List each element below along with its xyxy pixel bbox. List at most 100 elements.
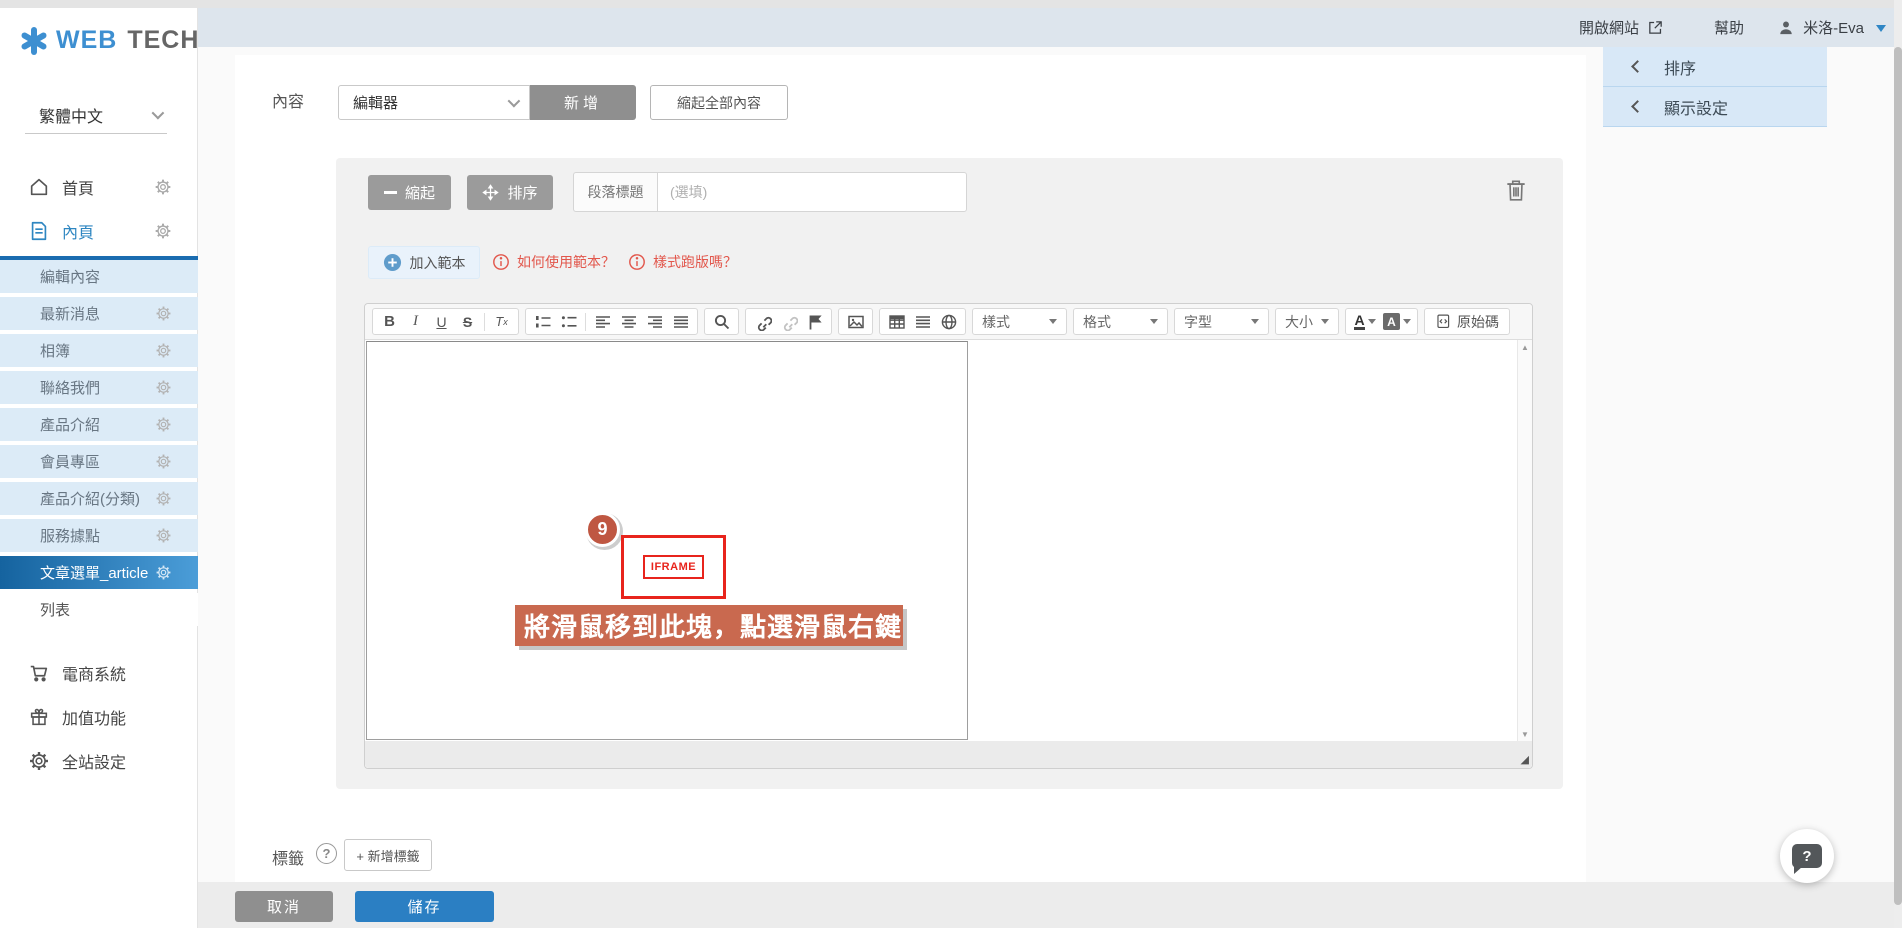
page-scrollbar-thumb[interactable] xyxy=(1894,47,1902,905)
panel-item-sort[interactable]: 排序 xyxy=(1603,47,1827,87)
source-code-button[interactable]: 原始碼 xyxy=(1429,310,1505,333)
toolbar-group-source: 原始碼 xyxy=(1424,308,1510,335)
help-menu-button[interactable]: 幫助 xyxy=(1714,8,1744,47)
page-icon xyxy=(28,220,50,242)
toolbar-group-colors: A A xyxy=(1345,308,1418,335)
caret-down-icon xyxy=(1251,319,1259,324)
background-color-button[interactable]: A xyxy=(1381,310,1413,333)
trash-icon[interactable] xyxy=(1503,176,1529,204)
link-button[interactable] xyxy=(750,310,775,333)
sidebar-item-label: 電商系統 xyxy=(62,661,126,685)
gear-icon[interactable] xyxy=(155,342,172,359)
editor-scrollbar[interactable]: ▲ ▼ xyxy=(1517,340,1532,742)
bulleted-list-button[interactable] xyxy=(556,310,581,333)
align-justify-button[interactable] xyxy=(668,310,693,333)
numbered-list-button[interactable] xyxy=(530,310,555,333)
strikethrough-button[interactable]: S xyxy=(455,310,480,333)
insert-image-button[interactable] xyxy=(843,310,868,333)
subitem-label: 產品介紹 xyxy=(40,414,100,435)
gear-icon[interactable] xyxy=(155,527,172,544)
sidebar-item-home[interactable]: 首頁 xyxy=(0,170,198,204)
sidebar-item-site-settings[interactable]: 全站設定 xyxy=(0,744,198,778)
gear-icon[interactable] xyxy=(155,416,172,433)
brand-logo: WEBTECH xyxy=(20,26,199,55)
underline-button[interactable]: U xyxy=(429,310,454,333)
style-dropdown[interactable]: 樣式 xyxy=(972,308,1067,335)
page-scrollbar[interactable] xyxy=(1894,0,1902,928)
italic-button[interactable]: I xyxy=(403,310,428,333)
move-icon xyxy=(482,184,499,201)
anchor-flag-button[interactable] xyxy=(802,310,827,333)
user-caret-down-icon[interactable] xyxy=(1876,25,1886,32)
remove-format-button[interactable]: Tx xyxy=(489,310,514,333)
search-icon[interactable] xyxy=(709,310,734,333)
sidebar-subitem-album[interactable]: 相簿 xyxy=(0,334,198,367)
paragraph-title-input[interactable] xyxy=(657,172,967,212)
collapse-label: 縮起 xyxy=(405,182,435,203)
content-section-block: 縮起 排序 段落標題 加入範本 如何使用範本？ 樣式跑版嗎？ B I xyxy=(336,158,1563,789)
content-type-select[interactable]: 編輯器 xyxy=(338,85,530,120)
right-settings-panel: 排序 顯示設定 xyxy=(1603,47,1827,127)
gear-icon[interactable] xyxy=(155,453,172,470)
sidebar-subitem-article-menu[interactable]: 文章選單_article xyxy=(0,556,198,589)
sidebar-subitem-products-category[interactable]: 產品介紹(分類) xyxy=(0,482,198,515)
add-content-button[interactable]: 新增 xyxy=(530,85,636,120)
text-color-button[interactable]: A xyxy=(1350,310,1380,333)
sidebar-subitem-list[interactable]: 列表 xyxy=(0,593,198,626)
align-left-button[interactable] xyxy=(590,310,615,333)
font-dropdown[interactable]: 字型 xyxy=(1174,308,1269,335)
gear-icon[interactable] xyxy=(155,564,172,581)
how-to-use-template-link[interactable]: 如何使用範本？ xyxy=(492,252,615,272)
add-tag-button[interactable]: + 新增標籤 xyxy=(344,839,432,871)
user-menu[interactable]: 米洛-Eva xyxy=(1777,8,1864,47)
sidebar-item-ecommerce[interactable]: 電商系統 xyxy=(0,656,198,690)
format-dropdown[interactable]: 格式 xyxy=(1073,308,1168,335)
panel-item-display-settings[interactable]: 顯示設定 xyxy=(1603,87,1827,127)
sidebar-subitem-news[interactable]: 最新消息 xyxy=(0,297,198,330)
sidebar-subitem-service-locations[interactable]: 服務據點 xyxy=(0,519,198,552)
horizontal-rule-button[interactable] xyxy=(910,310,935,333)
toolbar-group-links xyxy=(745,308,832,335)
style-issue-link[interactable]: 樣式跑版嗎？ xyxy=(628,252,737,272)
unlink-button[interactable] xyxy=(776,310,801,333)
gear-icon[interactable] xyxy=(155,379,172,396)
window-top-strip xyxy=(0,0,1902,8)
gear-icon[interactable] xyxy=(154,178,172,196)
gear-icon[interactable] xyxy=(154,222,172,240)
collapse-section-button[interactable]: 縮起 xyxy=(368,175,451,210)
sidebar-item-label: 首頁 xyxy=(62,175,94,199)
sidebar-item-addons[interactable]: 加值功能 xyxy=(0,700,198,734)
sidebar-item-inner-pages[interactable]: 內頁 xyxy=(0,214,198,248)
language-selector[interactable]: 繁體中文 xyxy=(25,96,167,134)
question-circle-icon[interactable]: ? xyxy=(316,843,337,864)
editor-content-area[interactable]: 9 IFRAME 將滑鼠移到此塊，點選滑鼠右鍵 ▲ ▼ xyxy=(365,340,1532,742)
collapse-all-button[interactable]: 縮起全部內容 xyxy=(650,85,788,120)
sort-section-button[interactable]: 排序 xyxy=(467,175,553,210)
editor-page-frame: 9 IFRAME 將滑鼠移到此塊，點選滑鼠右鍵 xyxy=(366,341,968,740)
resize-grip-icon[interactable]: ◢ xyxy=(1521,753,1529,766)
scroll-up-icon[interactable]: ▲ xyxy=(1518,343,1532,352)
sidebar-subitem-contact[interactable]: 聯絡我們 xyxy=(0,371,198,404)
align-center-button[interactable] xyxy=(616,310,641,333)
add-template-button[interactable]: 加入範本 xyxy=(368,246,480,279)
insert-table-button[interactable] xyxy=(884,310,909,333)
special-char-globe-button[interactable] xyxy=(936,310,961,333)
save-button[interactable]: 儲存 xyxy=(355,891,494,922)
style-dropdown-label: 樣式 xyxy=(982,312,1010,332)
sidebar-subitem-edit-content[interactable]: 編輯內容 xyxy=(0,260,198,293)
sidebar-subitem-products[interactable]: 產品介紹 xyxy=(0,408,198,441)
open-website-button[interactable]: 開啟網站 xyxy=(1579,8,1664,47)
align-right-button[interactable] xyxy=(642,310,667,333)
gear-icon[interactable] xyxy=(155,490,172,507)
subitem-label: 列表 xyxy=(40,599,70,620)
bold-button[interactable]: B xyxy=(377,310,402,333)
scroll-down-icon[interactable]: ▼ xyxy=(1518,730,1532,739)
sidebar-subitem-members[interactable]: 會員專區 xyxy=(0,445,198,478)
user-icon xyxy=(1777,19,1795,37)
gear-icon[interactable] xyxy=(155,305,172,322)
caret-down-icon xyxy=(1321,319,1329,324)
size-dropdown[interactable]: 大小 xyxy=(1275,308,1339,335)
cancel-button[interactable]: 取消 xyxy=(235,891,333,922)
format-dropdown-label: 格式 xyxy=(1083,312,1111,332)
help-fab-button[interactable]: ? xyxy=(1780,829,1834,883)
